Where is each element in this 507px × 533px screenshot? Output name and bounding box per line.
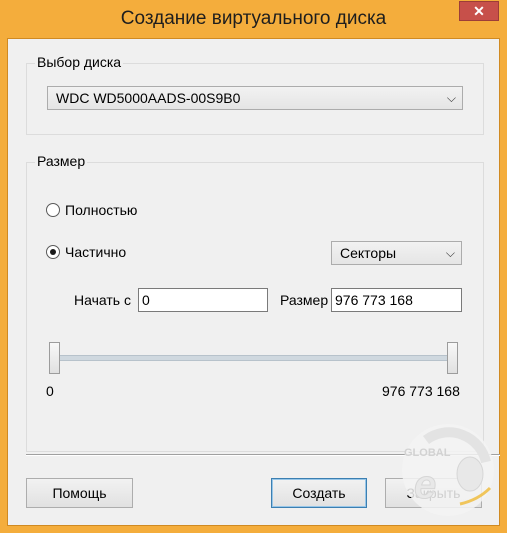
chevron-down-icon: ⌵ — [446, 91, 456, 105]
radio-selected-dot — [50, 249, 56, 255]
unit-select[interactable]: Секторы ⌵ — [331, 241, 462, 265]
size-legend: Размер — [35, 153, 88, 169]
create-button[interactable]: Создать — [271, 478, 367, 508]
help-button[interactable]: Помощь — [26, 478, 133, 508]
size-input-value: 976 773 168 — [335, 292, 413, 308]
radio-full-label: Полностью — [65, 202, 138, 218]
range-min-label: 0 — [46, 383, 54, 399]
disk-select-value: WDC WD5000AADS-00S9B0 — [56, 90, 241, 106]
size-label: Размер — [280, 292, 329, 308]
unit-select-value: Секторы — [340, 245, 397, 261]
watermark-text: GLOBAL — [404, 447, 451, 459]
range-slider-track[interactable] — [53, 355, 448, 361]
dialog-window: Создание виртуального диска ✕ Выбор диск… — [0, 0, 507, 533]
close-icon: ✕ — [473, 2, 485, 19]
watermark-logo: GLOBAL e — [402, 424, 494, 516]
window-title: Создание виртуального диска — [120, 8, 387, 29]
watermark-glyph: e — [414, 463, 436, 507]
radio-partial-circle — [46, 245, 60, 259]
disk-select[interactable]: WDC WD5000AADS-00S9B0 ⌵ — [47, 86, 463, 110]
radio-partial[interactable]: Частично — [46, 244, 126, 260]
size-input[interactable]: 976 773 168 — [331, 288, 462, 312]
chevron-down-icon: ⌵ — [445, 246, 455, 260]
radio-partial-label: Частично — [65, 244, 127, 260]
range-start-handle[interactable] — [49, 342, 60, 374]
start-label: Начать с — [74, 292, 131, 308]
radio-full[interactable]: Полностью — [46, 202, 137, 218]
start-input[interactable]: 0 — [138, 288, 268, 312]
range-max-label: 976 773 168 — [382, 383, 460, 399]
radio-full-circle — [46, 203, 60, 217]
range-end-handle[interactable] — [447, 342, 458, 374]
start-input-value: 0 — [142, 292, 150, 308]
disk-selection-legend: Выбор диска — [35, 54, 124, 70]
title-bar[interactable]: Создание виртуального диска ✕ — [0, 0, 507, 38]
close-window-button[interactable]: ✕ — [459, 1, 499, 21]
